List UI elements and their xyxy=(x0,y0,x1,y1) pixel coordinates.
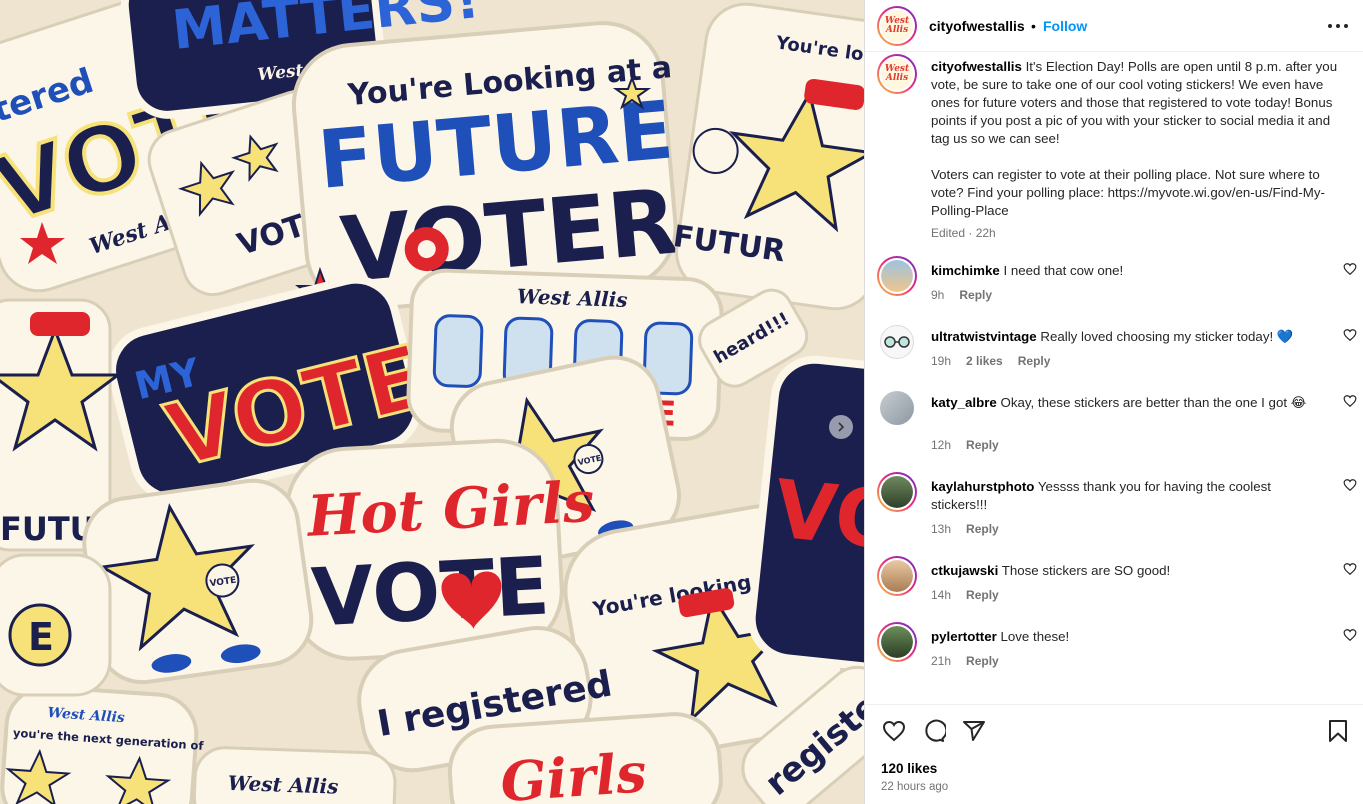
comment-username[interactable]: kaylahurstphoto xyxy=(931,479,1034,494)
comment-username[interactable]: ultratwistvintage xyxy=(931,329,1037,344)
comment-avatar[interactable] xyxy=(877,622,917,662)
comment-button[interactable] xyxy=(920,717,948,745)
sticker-text-letter-e-2: E xyxy=(28,615,54,659)
caption-body: It's Election Day! Polls are open until … xyxy=(931,59,1338,218)
sticker-text-west-allis-3: West Allis xyxy=(517,284,628,312)
comment-avatar[interactable] xyxy=(877,256,917,296)
comment-avatar[interactable] xyxy=(877,556,917,596)
comment-text: Really loved choosing my sticker today! … xyxy=(1040,329,1294,344)
comment-time: 12h xyxy=(931,438,952,452)
comment-text: Love these! xyxy=(1000,629,1070,644)
like-comment-heart-icon[interactable] xyxy=(1343,562,1357,576)
like-comment-heart-icon[interactable] xyxy=(1343,478,1357,492)
comment-username[interactable]: kimchimke xyxy=(931,263,1000,278)
like-comment-heart-icon[interactable] xyxy=(1343,328,1357,342)
carousel-next-button[interactable] xyxy=(829,415,853,439)
comment-username[interactable]: ctkujawski xyxy=(931,563,998,578)
comment-avatar[interactable] xyxy=(877,472,917,512)
bookmark-icon xyxy=(1329,720,1347,742)
comment-avatar[interactable] xyxy=(880,391,914,425)
comment-avatar[interactable] xyxy=(880,325,914,359)
post-photo[interactable]: stered VOTE West Allis MATTERS! West All… xyxy=(0,0,864,804)
comment-username[interactable]: katy_albre xyxy=(931,395,997,410)
reply-button[interactable]: Reply xyxy=(966,438,999,452)
city-logo-icon: West Allis xyxy=(881,10,913,42)
comment-text: Those stickers are SO good! xyxy=(1001,563,1171,578)
comment-time: 21h xyxy=(931,654,952,668)
likes-count[interactable]: 120 likes xyxy=(881,761,937,776)
more-options-button[interactable] xyxy=(1326,14,1350,38)
like-comment-heart-icon[interactable] xyxy=(1343,628,1357,642)
save-button[interactable] xyxy=(1324,717,1352,745)
user-photo-icon xyxy=(881,260,913,292)
comment-username[interactable]: pylertotter xyxy=(931,629,997,644)
comments-scroll-area[interactable]: West Allis cityofwestallis It's Election… xyxy=(865,52,1363,704)
caption-meta: Edited · 22h xyxy=(931,226,996,240)
reply-button[interactable]: Reply xyxy=(966,522,999,536)
stickers-illustration: stered VOTE West Allis MATTERS! West All… xyxy=(0,0,864,804)
like-comment-heart-icon[interactable] xyxy=(1343,394,1357,408)
caption-author-avatar[interactable]: West Allis xyxy=(877,54,917,94)
reply-button[interactable]: Reply xyxy=(966,654,999,668)
comment-icon xyxy=(925,719,946,742)
user-photo-icon xyxy=(881,560,913,592)
header-separator: • xyxy=(1031,18,1036,34)
post-side-panel: West Allis cityofwestallis • Follow West… xyxy=(864,0,1363,804)
comment-text: I need that cow one! xyxy=(1003,263,1124,278)
post-actions-footer: 120 likes 22 hours ago xyxy=(865,704,1363,804)
comment-text: Okay, these stickers are better than the… xyxy=(1000,395,1307,410)
author-username[interactable]: cityofwestallis xyxy=(929,18,1025,34)
comment-likes[interactable]: 2 likes xyxy=(966,354,1003,368)
follow-button[interactable]: Follow xyxy=(1043,18,1087,34)
post-time-ago: 22 hours ago xyxy=(881,781,949,793)
user-photo-icon xyxy=(881,626,913,658)
glasses-logo-icon xyxy=(884,336,910,348)
sticker-text-girls: Girls xyxy=(498,740,648,804)
reply-button[interactable]: Reply xyxy=(966,588,999,602)
comment-time: 13h xyxy=(931,522,952,536)
reply-button[interactable]: Reply xyxy=(1018,354,1051,368)
comment-time: 14h xyxy=(931,588,952,602)
caption-username[interactable]: cityofwestallis xyxy=(931,59,1022,74)
comment-time: 9h xyxy=(931,288,945,302)
share-button[interactable] xyxy=(960,717,988,745)
like-button[interactable] xyxy=(880,717,908,745)
sticker-text-west-allis-5: West Allis xyxy=(227,771,338,799)
author-avatar[interactable]: West Allis xyxy=(877,6,917,46)
share-icon xyxy=(963,721,985,741)
reply-button[interactable]: Reply xyxy=(959,288,992,302)
chevron-right-icon xyxy=(838,422,845,432)
like-comment-heart-icon[interactable] xyxy=(1343,262,1357,276)
city-logo-icon: West Allis xyxy=(881,58,913,90)
post-header: West Allis cityofwestallis • Follow xyxy=(865,0,1363,52)
more-horizontal-icon xyxy=(1328,24,1348,28)
user-photo-icon xyxy=(881,476,913,508)
caption-text-block: cityofwestallis It's Election Day! Polls… xyxy=(931,58,1341,220)
sticker-text-vote-3: VOTE xyxy=(309,539,551,644)
comment-time: 19h xyxy=(931,354,952,368)
heart-icon xyxy=(882,720,906,742)
